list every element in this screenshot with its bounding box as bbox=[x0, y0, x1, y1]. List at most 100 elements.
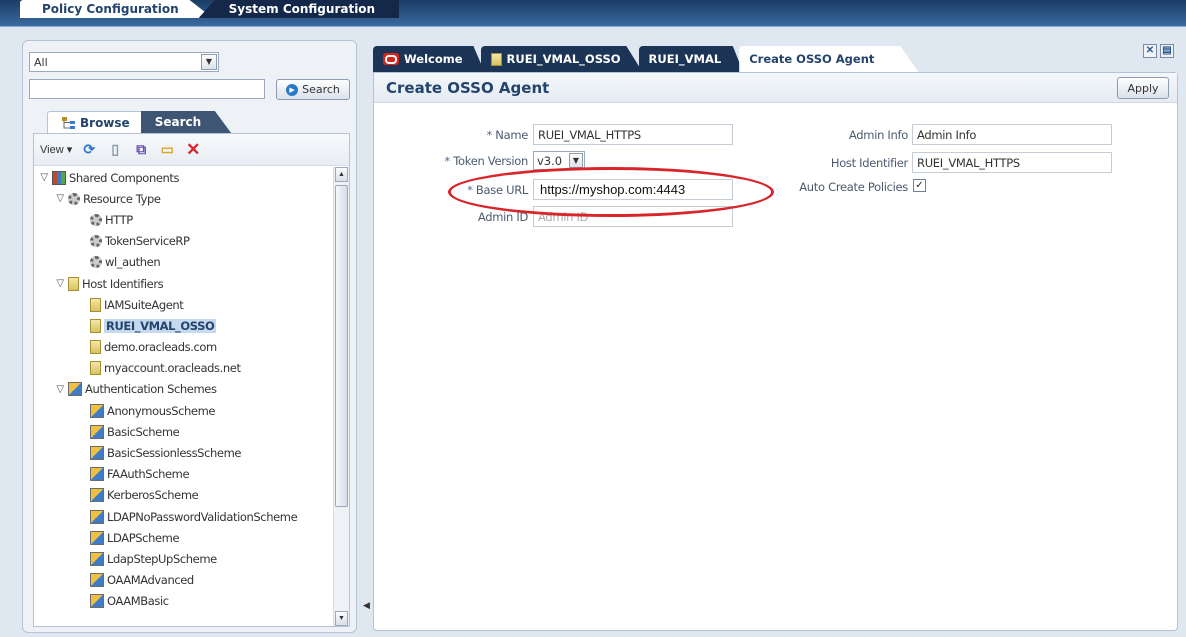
scroll-down-icon[interactable]: ▼ bbox=[335, 611, 348, 626]
tree-list: ▽ Shared Components ▽ Resource Type HTTP Toke… bbox=[34, 167, 349, 626]
tree-item[interactable]: BasicSessionlessScheme bbox=[34, 442, 349, 463]
tree-item-label: OAAMBasic bbox=[107, 594, 169, 609]
admin-id-field[interactable]: Admin ID bbox=[533, 206, 733, 227]
expand-toggle-icon[interactable]: ▽ bbox=[54, 278, 66, 289]
required-mark: * bbox=[467, 183, 473, 197]
scheme-icon bbox=[90, 424, 104, 439]
tab-welcome-label: Welcome bbox=[404, 52, 463, 66]
search-button-label: Search bbox=[302, 83, 340, 96]
expand-toggle-icon[interactable]: ▽ bbox=[38, 172, 50, 183]
refresh-icon[interactable]: ⟳ bbox=[80, 141, 98, 159]
tree-item[interactable]: TokenServiceRP bbox=[34, 231, 349, 252]
view-menu[interactable]: View ▾ bbox=[40, 143, 72, 156]
tree-item-label: LdapStepUpScheme bbox=[107, 551, 217, 566]
scheme-icon bbox=[90, 403, 104, 418]
tab-list-icon[interactable]: ▤ bbox=[1160, 44, 1174, 58]
tree-item-label: OAAMAdvanced bbox=[107, 573, 194, 588]
tab-welcome[interactable]: Welcome bbox=[373, 46, 485, 72]
tree-item[interactable]: LDAPScheme bbox=[34, 527, 349, 548]
tree-item[interactable]: IAMSuiteAgent bbox=[34, 294, 349, 315]
tree-item[interactable]: demo.oracleads.com bbox=[34, 337, 349, 358]
tree-item[interactable]: wl_authen bbox=[34, 252, 349, 273]
tree-item-label: wl_authen bbox=[105, 255, 161, 270]
tree-item[interactable]: ▽ Resource Type bbox=[34, 188, 349, 209]
tab-ruei-vmal-osso-label: RUEI_VMAL_OSSO bbox=[506, 52, 621, 66]
tree-item[interactable]: ▽ Authentication Schemes bbox=[34, 379, 349, 400]
tab-create-osso-agent[interactable]: Create OSSO Agent bbox=[739, 46, 919, 72]
scheme-icon bbox=[90, 594, 104, 609]
expand-toggle-icon[interactable]: ▽ bbox=[54, 384, 66, 395]
duplicate-icon[interactable]: ⧉ bbox=[132, 141, 150, 159]
apply-button[interactable]: Apply bbox=[1117, 77, 1169, 99]
gear-icon bbox=[90, 256, 102, 269]
oracle-icon bbox=[383, 53, 399, 65]
tree-item[interactable]: LdapStepUpScheme bbox=[34, 548, 349, 569]
tree-item[interactable]: ▽ Shared Components bbox=[34, 167, 349, 188]
navigator-tabs: Browse Search bbox=[47, 111, 232, 133]
page-icon bbox=[68, 276, 79, 291]
tree-item[interactable]: FAAuthScheme bbox=[34, 464, 349, 485]
window-controls: ✕ ▤ bbox=[1143, 44, 1174, 58]
page-icon bbox=[90, 361, 101, 376]
tab-search[interactable]: Search bbox=[140, 111, 232, 133]
tree-item-label: AnonymousScheme bbox=[107, 403, 216, 418]
page-icon bbox=[90, 297, 101, 312]
scheme-icon bbox=[90, 573, 104, 588]
tree-item[interactable]: BasicScheme bbox=[34, 421, 349, 442]
close-all-icon[interactable]: ✕ bbox=[1143, 44, 1157, 58]
app-header-tabs: Policy Configuration System Configuratio… bbox=[20, 0, 400, 18]
tree-item[interactable]: OAAMAdvanced bbox=[34, 570, 349, 591]
scrollbar-thumb[interactable] bbox=[335, 185, 348, 507]
tree-item[interactable]: OAAMBasic bbox=[34, 591, 349, 612]
tree-toolbar: View ▾ ⟳ ▯ ⧉ ▭ ✕ bbox=[34, 134, 349, 166]
tree-item[interactable]: HTTP bbox=[34, 209, 349, 230]
search-input[interactable] bbox=[29, 79, 265, 99]
scope-select[interactable]: All ▼ bbox=[29, 52, 219, 72]
scheme-icon bbox=[90, 488, 104, 503]
tree-item-label: Shared Components bbox=[69, 170, 180, 185]
tab-ruei-vmal-osso[interactable]: RUEI_VMAL_OSSO bbox=[480, 46, 643, 72]
host-identifier-label: Host Identifier bbox=[830, 156, 908, 170]
expand-toggle-icon[interactable]: ▽ bbox=[54, 193, 66, 204]
document-tabs: Welcome RUEI_VMAL_OSSO RUEI_VMAL Create … bbox=[373, 46, 919, 72]
tree-scrollbar[interactable]: ▲ ▼ bbox=[333, 167, 349, 626]
browse-tree: View ▾ ⟳ ▯ ⧉ ▭ ✕ ▽ Shared Components ▽ Reso… bbox=[33, 133, 350, 627]
base-url-label: * Base URL bbox=[420, 183, 528, 197]
admin-info-label: Admin Info bbox=[848, 128, 908, 142]
page-icon bbox=[90, 340, 101, 355]
scheme-icon bbox=[90, 530, 104, 545]
host-identifier-field[interactable]: RUEI_VMAL_HTTPS bbox=[912, 152, 1112, 173]
scheme-icon bbox=[68, 382, 82, 397]
tab-browse-label: Browse bbox=[80, 115, 130, 130]
tree-item[interactable]: RUEI_VMAL_OSSO bbox=[34, 315, 349, 336]
tree-item[interactable]: LDAPNoPasswordValidationScheme bbox=[34, 506, 349, 527]
delete-icon[interactable]: ✕ bbox=[184, 140, 202, 159]
auto-create-policies-checkbox[interactable]: ✓ bbox=[913, 179, 926, 192]
scroll-up-icon[interactable]: ▲ bbox=[335, 167, 348, 182]
tab-system-configuration[interactable]: System Configuration bbox=[198, 0, 400, 18]
tree-item[interactable]: KerberosScheme bbox=[34, 485, 349, 506]
chevron-down-icon[interactable]: ▼ bbox=[569, 153, 583, 168]
base-url-field[interactable]: https://myshop.com:4443 bbox=[533, 179, 733, 200]
tree-item-label: TokenServiceRP bbox=[105, 234, 190, 249]
tab-browse[interactable]: Browse bbox=[47, 111, 145, 133]
open-folder-icon[interactable]: ▭ bbox=[158, 141, 176, 159]
tree-item-label: FAAuthScheme bbox=[107, 467, 190, 482]
name-field[interactable]: RUEI_VMAL_HTTPS bbox=[533, 124, 733, 145]
tab-policy-configuration[interactable]: Policy Configuration bbox=[20, 0, 213, 18]
tab-ruei-vmal[interactable]: RUEI_VMAL bbox=[638, 46, 744, 72]
scope-select-value: All bbox=[34, 56, 48, 69]
search-button[interactable]: ▶ Search bbox=[276, 79, 350, 100]
panel-splitter-icon[interactable]: ◀ bbox=[363, 600, 370, 618]
tree-item-label: RUEI_VMAL_OSSO bbox=[104, 318, 217, 333]
tree-item[interactable]: ▽ Host Identifiers bbox=[34, 273, 349, 294]
chevron-down-icon[interactable]: ▼ bbox=[201, 54, 217, 70]
tree-item-label: LDAPNoPasswordValidationScheme bbox=[107, 509, 298, 524]
new-document-icon[interactable]: ▯ bbox=[106, 141, 124, 159]
token-version-select[interactable]: v3.0 ▼ bbox=[533, 151, 585, 170]
tree-item[interactable]: AnonymousScheme bbox=[34, 400, 349, 421]
tree-item[interactable]: myaccount.oracleads.net bbox=[34, 358, 349, 379]
tree-item-label: demo.oracleads.com bbox=[104, 340, 217, 355]
tree-item-label: LDAPScheme bbox=[107, 530, 180, 545]
admin-info-field[interactable]: Admin Info bbox=[912, 124, 1112, 145]
